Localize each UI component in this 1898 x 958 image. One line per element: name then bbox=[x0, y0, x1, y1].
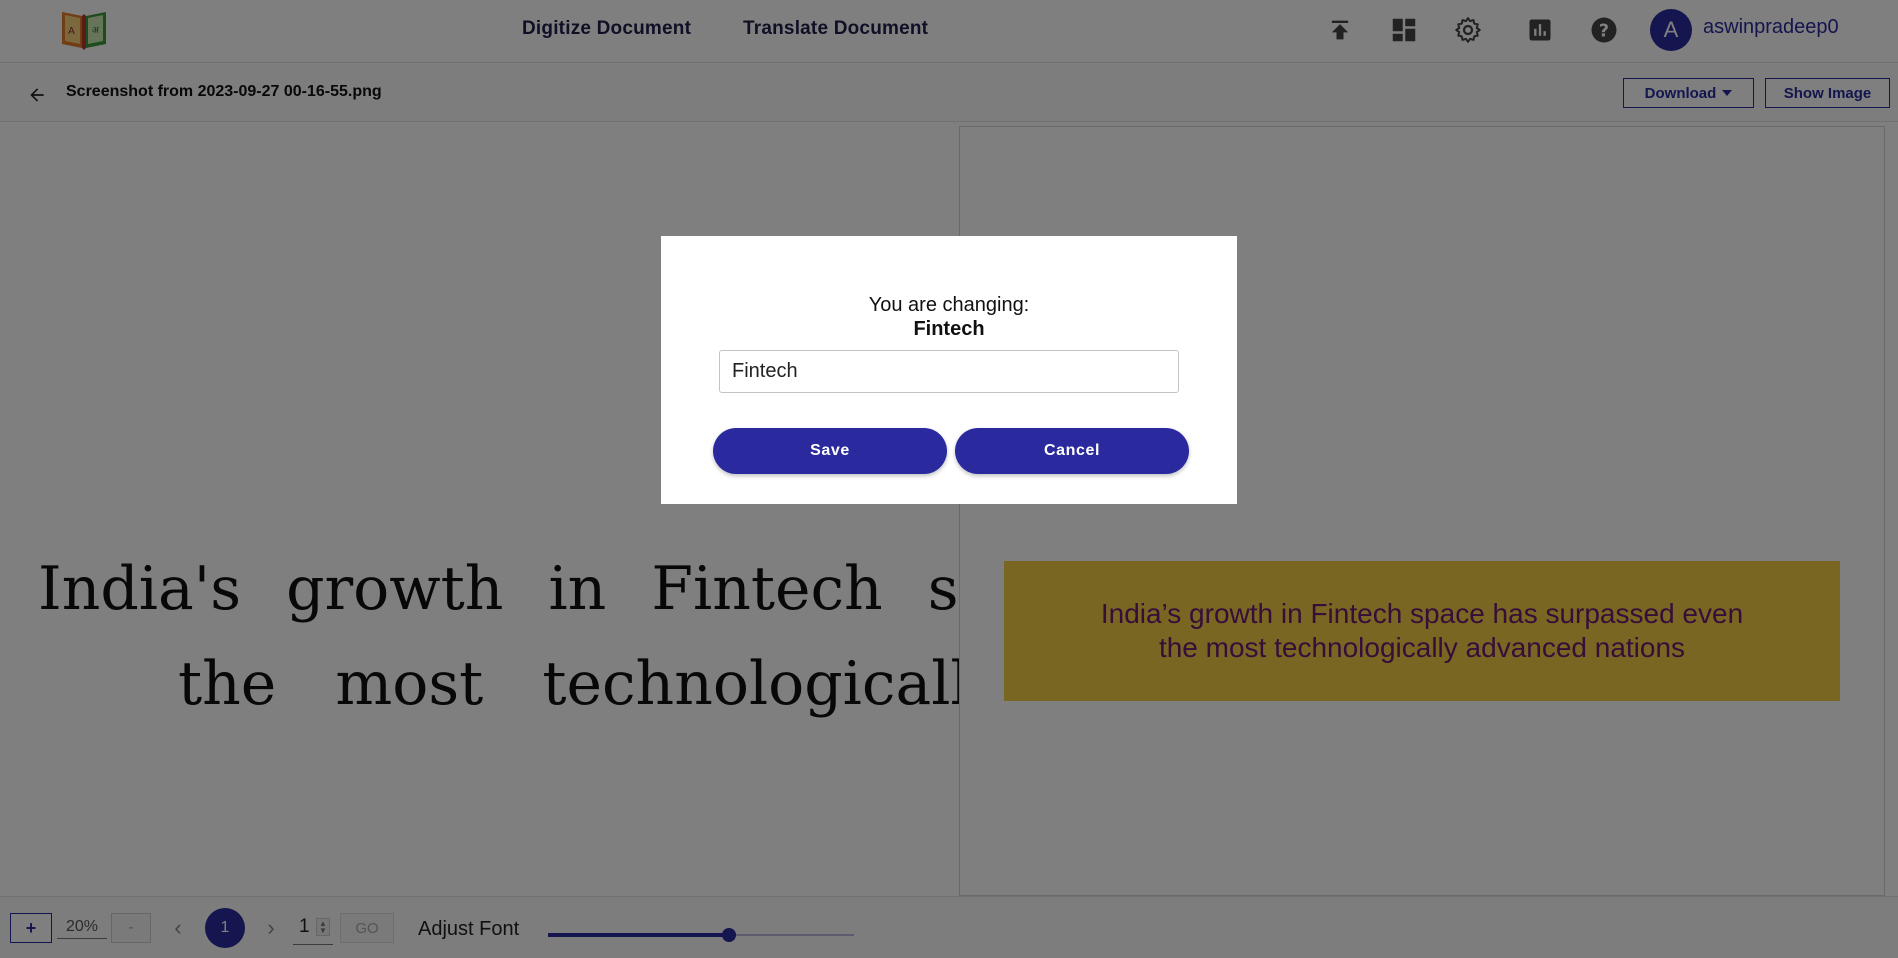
word-edit-input[interactable]: Fintech bbox=[719, 350, 1179, 393]
edit-word-dialog: You are changing: Fintech Fintech Save C… bbox=[661, 236, 1237, 504]
cancel-button[interactable]: Cancel bbox=[955, 428, 1189, 474]
dialog-original-word: Fintech bbox=[913, 318, 985, 340]
dialog-title: You are changing: bbox=[868, 294, 1030, 316]
save-button[interactable]: Save bbox=[713, 428, 947, 474]
